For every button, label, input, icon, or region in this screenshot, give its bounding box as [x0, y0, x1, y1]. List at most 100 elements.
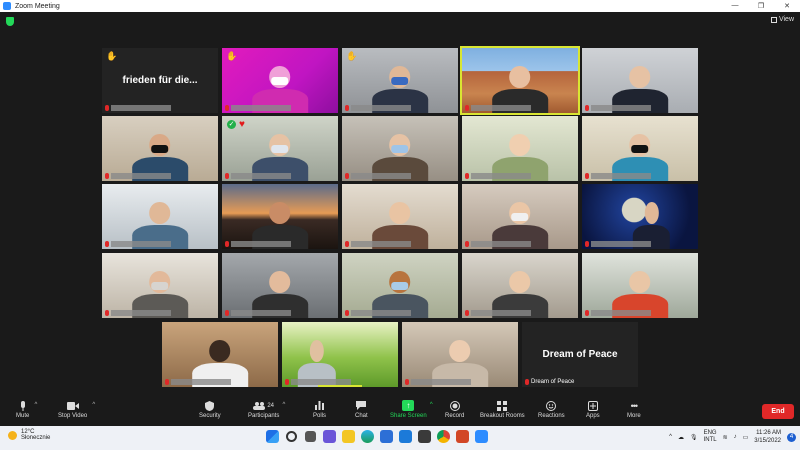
muted-mic-icon: [405, 378, 409, 385]
video-tile[interactable]: [342, 184, 458, 249]
mute-button[interactable]: Mute ^: [16, 400, 37, 419]
video-camera-icon: [66, 400, 79, 411]
video-tile[interactable]: ✋ frieden für die...: [102, 48, 218, 113]
video-tile[interactable]: ✋: [342, 48, 458, 113]
muted-mic-icon: [345, 172, 349, 179]
keyboard-layout: INTL: [703, 437, 717, 443]
name-tag: [345, 240, 411, 247]
zoom-logo-icon: [3, 2, 11, 10]
share-arrow-icon: ↑: [402, 400, 415, 411]
apps-icon: [587, 400, 599, 411]
task-view-icon[interactable]: [305, 431, 316, 442]
muted-mic-icon: [225, 309, 229, 316]
wifi-icon[interactable]: ≋: [723, 434, 728, 441]
video-tile[interactable]: [222, 184, 338, 249]
raised-hand-icon: ✋: [226, 51, 238, 61]
video-tile[interactable]: [462, 116, 578, 181]
breakout-rooms-button[interactable]: Breakout Rooms: [480, 400, 525, 419]
video-tile[interactable]: [102, 116, 218, 181]
name-tag: [225, 104, 291, 111]
muted-mic-icon: [465, 104, 469, 111]
video-tile[interactable]: [102, 253, 218, 318]
view-button[interactable]: View: [770, 16, 794, 23]
share-options-caret-icon[interactable]: ^: [430, 402, 433, 408]
polls-button[interactable]: Polls: [313, 400, 326, 419]
clock[interactable]: 11:26 AM 3/15/2022: [754, 429, 781, 445]
name-tag: [345, 309, 411, 316]
more-button[interactable]: ••• More: [627, 400, 641, 420]
muted-mic-icon: [345, 104, 349, 111]
participants-icon: 24: [253, 400, 275, 411]
video-tile[interactable]: [342, 253, 458, 318]
language-code: ENG: [703, 430, 717, 436]
video-tile[interactable]: [222, 253, 338, 318]
muted-mic-icon: [105, 104, 109, 111]
muted-mic-icon: [105, 309, 109, 316]
battery-icon[interactable]: ▭: [743, 434, 749, 441]
video-tile[interactable]: [282, 322, 398, 387]
stop-video-button[interactable]: Stop Video ^: [58, 400, 95, 419]
chat-button[interactable]: Chat: [355, 400, 368, 419]
security-shield-icon[interactable]: [6, 17, 14, 26]
zoom-taskbar-icon[interactable]: [475, 430, 488, 443]
mail-icon[interactable]: [399, 430, 412, 443]
video-tile[interactable]: ✓ ♥: [222, 116, 338, 181]
search-icon[interactable]: [286, 431, 297, 442]
video-tile[interactable]: [582, 116, 698, 181]
participants-count: 24: [267, 402, 275, 409]
close-button[interactable]: ✕: [774, 2, 800, 10]
video-tile[interactable]: ✋: [222, 48, 338, 113]
participants-button[interactable]: 24 Participants ^: [248, 400, 285, 419]
record-button[interactable]: Record: [445, 400, 464, 419]
chevron-up-icon[interactable]: ^: [669, 434, 672, 440]
video-tile[interactable]: [582, 184, 698, 249]
system-tray: ^ ☁ 🎙 ENG INTL ≋ ♪ ▭ 11:26 AM 3/15/2022 …: [669, 429, 796, 445]
video-tile[interactable]: Dream of Peace Dream of Peace: [522, 322, 638, 387]
participants-caret-icon[interactable]: ^: [283, 402, 286, 408]
mute-label: Mute: [16, 413, 30, 419]
video-tile[interactable]: [162, 322, 278, 387]
video-tile[interactable]: [582, 253, 698, 318]
cloud-icon[interactable]: ☁: [678, 434, 684, 441]
photos-icon[interactable]: [418, 430, 431, 443]
video-tile[interactable]: [402, 322, 518, 387]
windows-start-icon[interactable]: [266, 430, 279, 443]
video-options-caret-icon[interactable]: ^: [92, 402, 95, 408]
file-explorer-icon[interactable]: [342, 430, 355, 443]
maximize-button[interactable]: ❐: [748, 2, 774, 10]
video-tile[interactable]: [462, 253, 578, 318]
end-meeting-button[interactable]: End: [762, 404, 794, 419]
muted-mic-icon: [285, 378, 289, 385]
chat-label: Chat: [355, 413, 368, 419]
muted-mic-icon: [345, 240, 349, 247]
security-button[interactable]: Security: [199, 400, 221, 419]
notification-badge[interactable]: 4: [787, 432, 796, 442]
name-tag: [105, 104, 171, 111]
teams-chat-icon[interactable]: [323, 430, 336, 443]
bar-chart-icon: [314, 400, 326, 411]
volume-icon[interactable]: ♪: [734, 434, 737, 440]
apps-button[interactable]: Apps: [586, 400, 600, 419]
video-tile[interactable]: [462, 184, 578, 249]
weather-description: Słonecznie: [21, 435, 51, 441]
reactions-button[interactable]: Reactions: [538, 400, 565, 419]
chrome-icon[interactable]: [437, 430, 450, 443]
language-indicator[interactable]: ENG INTL: [704, 430, 717, 444]
video-tile[interactable]: [102, 184, 218, 249]
edge-browser-icon[interactable]: [361, 430, 374, 443]
powerpoint-icon[interactable]: [456, 430, 469, 443]
mute-options-caret-icon[interactable]: ^: [35, 402, 38, 408]
share-screen-button[interactable]: ↑ Share Screen ^: [390, 400, 433, 419]
mic-tray-icon[interactable]: 🎙: [690, 434, 698, 441]
video-tile[interactable]: [342, 116, 458, 181]
video-tile[interactable]: [582, 48, 698, 113]
minimize-button[interactable]: —: [722, 2, 748, 10]
store-icon[interactable]: [380, 430, 393, 443]
video-tile-active-speaker[interactable]: [460, 46, 580, 115]
window-controls: — ❐ ✕: [722, 2, 800, 10]
weather-widget[interactable]: 12°C Słonecznie: [8, 429, 50, 441]
reactions-label: Reactions: [538, 413, 565, 419]
breakout-rooms-label: Breakout Rooms: [480, 413, 525, 419]
more-dots-icon: •••: [630, 400, 638, 411]
name-tag: [345, 104, 411, 111]
